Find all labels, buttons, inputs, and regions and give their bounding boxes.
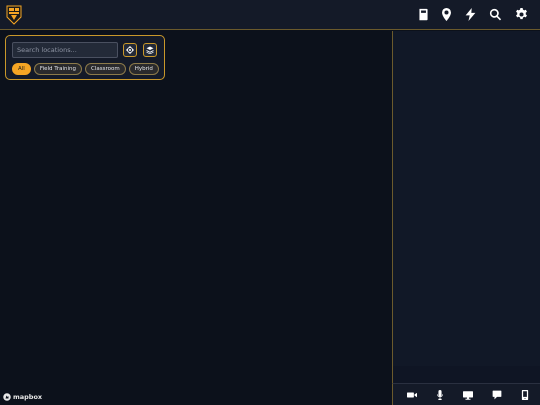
search-icon[interactable] [488,7,502,21]
mapbox-label: mapbox [13,393,43,401]
locate-button[interactable] [123,43,137,57]
location-pin-icon[interactable] [439,7,453,21]
map-canvas[interactable] [0,31,392,405]
phone-icon[interactable] [519,389,531,401]
layers-icon [146,46,154,54]
mapbox-attribution[interactable]: mapbox [3,392,42,402]
chat-icon[interactable] [491,389,503,401]
video-camera-icon[interactable] [406,389,418,401]
layers-button[interactable] [143,43,157,57]
gear-icon[interactable] [514,7,528,21]
filter-chip-classroom[interactable]: Classroom [84,63,126,75]
bottom-toolbar [392,383,540,405]
filter-chip-field-training[interactable]: Field Training [33,63,82,75]
microphone-icon[interactable] [434,389,446,401]
filter-chips: All Field Training Classroom Hybrid [12,63,159,75]
search-input[interactable] [12,42,118,58]
filter-chip-all[interactable]: All [12,63,31,75]
search-panel: All Field Training Classroom Hybrid [5,35,165,80]
mapbox-logo-icon [3,393,11,401]
top-bar [0,0,540,30]
lightning-icon[interactable] [463,7,477,21]
crosshair-icon [126,46,134,54]
filter-chip-hybrid[interactable]: Hybrid [128,63,159,75]
side-panel-content [393,31,540,366]
side-panel [392,31,540,383]
monitor-icon[interactable] [462,389,474,401]
app-logo[interactable] [6,5,22,25]
book-icon[interactable] [416,7,430,21]
